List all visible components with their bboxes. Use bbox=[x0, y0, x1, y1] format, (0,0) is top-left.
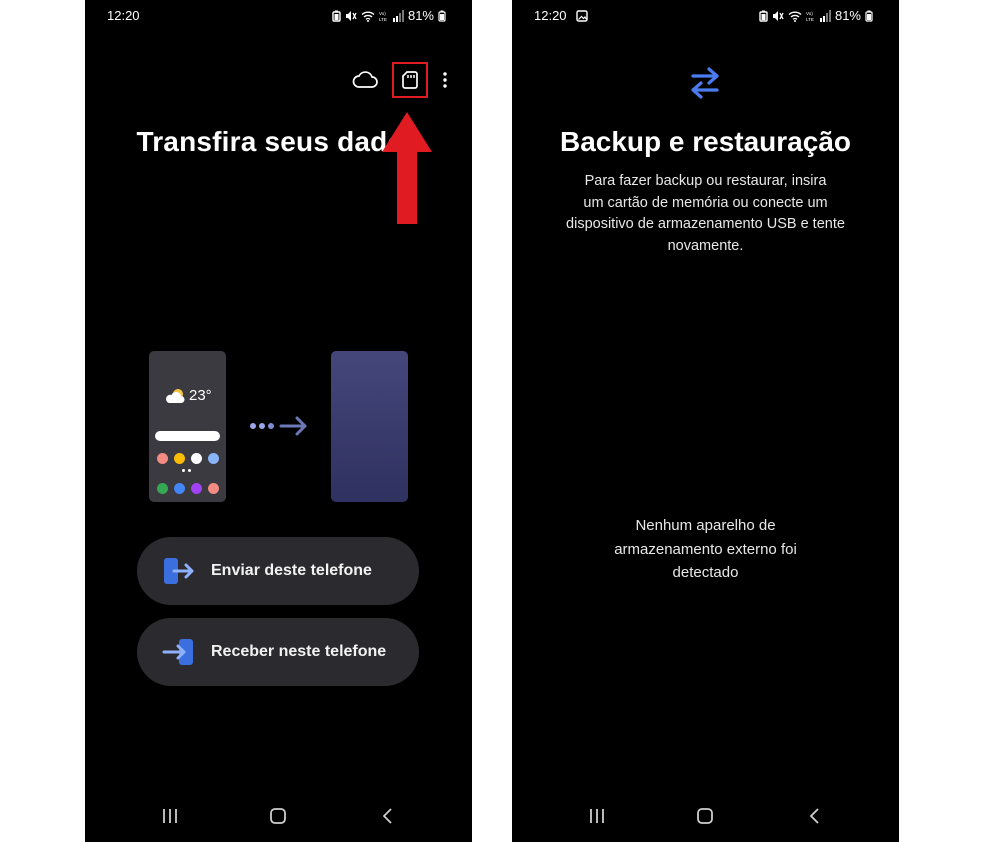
temperature-label: 23° bbox=[189, 387, 212, 404]
home-icon bbox=[697, 808, 713, 824]
signal-icon bbox=[392, 9, 404, 22]
header-actions bbox=[352, 62, 448, 98]
battery-percent: 81% bbox=[834, 8, 861, 23]
app-icons-row-1 bbox=[157, 453, 219, 464]
send-phone-icon bbox=[159, 556, 199, 586]
app-icon bbox=[208, 483, 219, 494]
sd-card-button[interactable] bbox=[392, 62, 428, 98]
recents-icon bbox=[590, 809, 604, 823]
red-arrow-annotation bbox=[382, 112, 432, 224]
recent-apps-button[interactable] bbox=[158, 804, 182, 828]
more-options-button[interactable] bbox=[442, 71, 448, 89]
source-phone-illustration: 23° bbox=[149, 351, 226, 502]
sd-card-icon bbox=[402, 71, 418, 89]
battery-saver-icon bbox=[332, 10, 341, 22]
status-icons: Vo) LTE 81% bbox=[759, 8, 873, 23]
app-icons-row-2 bbox=[157, 483, 219, 494]
wifi-icon bbox=[361, 11, 375, 22]
wifi-icon bbox=[788, 11, 802, 22]
gallery-notification-icon bbox=[576, 10, 588, 22]
mute-icon bbox=[772, 10, 784, 21]
home-button[interactable] bbox=[693, 804, 717, 828]
status-time: 12:20 bbox=[107, 8, 140, 23]
no-device-line: armazenamento externo foi bbox=[614, 540, 797, 558]
no-device-message: Nenhum aparelho de armazenamento externo… bbox=[582, 514, 829, 585]
svg-text:LTE: LTE bbox=[806, 17, 814, 22]
target-phone-illustration bbox=[331, 351, 408, 502]
send-from-this-phone-button[interactable]: Enviar deste telefone bbox=[137, 537, 419, 605]
status-bar: 12:20 Vo) LTE 81% bbox=[85, 8, 472, 24]
volte-icon: Vo)LTE bbox=[806, 11, 814, 22]
battery-percent: 81% bbox=[407, 8, 434, 23]
page-indicator bbox=[182, 469, 191, 472]
app-icon bbox=[191, 483, 202, 494]
status-icons: Vo) LTE 81% bbox=[332, 8, 446, 23]
swap-arrows-icon bbox=[691, 67, 719, 99]
battery-saver-icon bbox=[759, 10, 768, 22]
signal-icon bbox=[819, 9, 831, 22]
instructions-line: novamente. bbox=[667, 237, 744, 254]
status-bar: 12:20 Vo) LTE 81% bbox=[512, 8, 899, 24]
app-icon bbox=[191, 453, 202, 464]
phone-screen-backup: 12:20 Vo) LTE 81% Backup e restauração Pa… bbox=[512, 0, 899, 842]
back-button[interactable] bbox=[802, 804, 826, 828]
home-button[interactable] bbox=[266, 804, 290, 828]
send-button-label: Enviar deste telefone bbox=[211, 562, 372, 579]
app-icon bbox=[208, 453, 219, 464]
phone-screen-transfer: 12:20 Vo) LTE 81% Transfira seus dados 23… bbox=[85, 0, 472, 842]
cloud-button[interactable] bbox=[352, 71, 378, 89]
navigation-bar bbox=[512, 804, 899, 828]
weather-widget: 23° bbox=[165, 387, 212, 404]
status-time: 12:20 bbox=[534, 8, 567, 23]
recent-apps-button[interactable] bbox=[585, 804, 609, 828]
instructions-line: Para fazer backup ou restaurar, insira bbox=[584, 173, 827, 189]
back-icon bbox=[382, 808, 392, 824]
partly-cloudy-icon bbox=[166, 388, 185, 403]
battery-icon bbox=[865, 10, 873, 22]
instructions-text: Para fazer backup ou restaurar, insira u… bbox=[542, 171, 869, 257]
back-icon bbox=[809, 808, 819, 824]
app-icon bbox=[174, 483, 185, 494]
app-icon bbox=[157, 483, 168, 494]
transfer-arrow-icon bbox=[250, 416, 307, 436]
no-device-line: Nenhum aparelho de bbox=[635, 517, 776, 534]
instructions-line: dispositivo de armazenamento USB e tente bbox=[566, 216, 845, 232]
receive-button-label: Receber neste telefone bbox=[211, 643, 387, 660]
page-title: Backup e restauração bbox=[559, 126, 852, 157]
navigation-bar bbox=[85, 804, 472, 828]
search-widget bbox=[155, 431, 220, 441]
no-device-line: detectado bbox=[672, 564, 739, 581]
more-vert-icon bbox=[443, 72, 447, 88]
home-icon bbox=[270, 808, 286, 824]
receive-phone-icon bbox=[159, 637, 199, 667]
app-icon bbox=[174, 453, 185, 464]
svg-text:Vo): Vo) bbox=[379, 11, 386, 16]
receive-on-this-phone-button[interactable]: Receber neste telefone bbox=[137, 618, 419, 686]
back-button[interactable] bbox=[375, 804, 399, 828]
instructions-line: um cartão de memória ou conecte um bbox=[583, 194, 828, 211]
cloud-icon bbox=[352, 71, 378, 88]
battery-icon bbox=[438, 10, 446, 22]
recents-icon bbox=[163, 809, 177, 823]
svg-text:Vo): Vo) bbox=[806, 11, 813, 16]
app-icon bbox=[157, 453, 168, 464]
svg-text:LTE: LTE bbox=[379, 17, 387, 22]
volte-icon: Vo)LTE bbox=[379, 11, 387, 22]
mute-icon bbox=[345, 10, 357, 21]
